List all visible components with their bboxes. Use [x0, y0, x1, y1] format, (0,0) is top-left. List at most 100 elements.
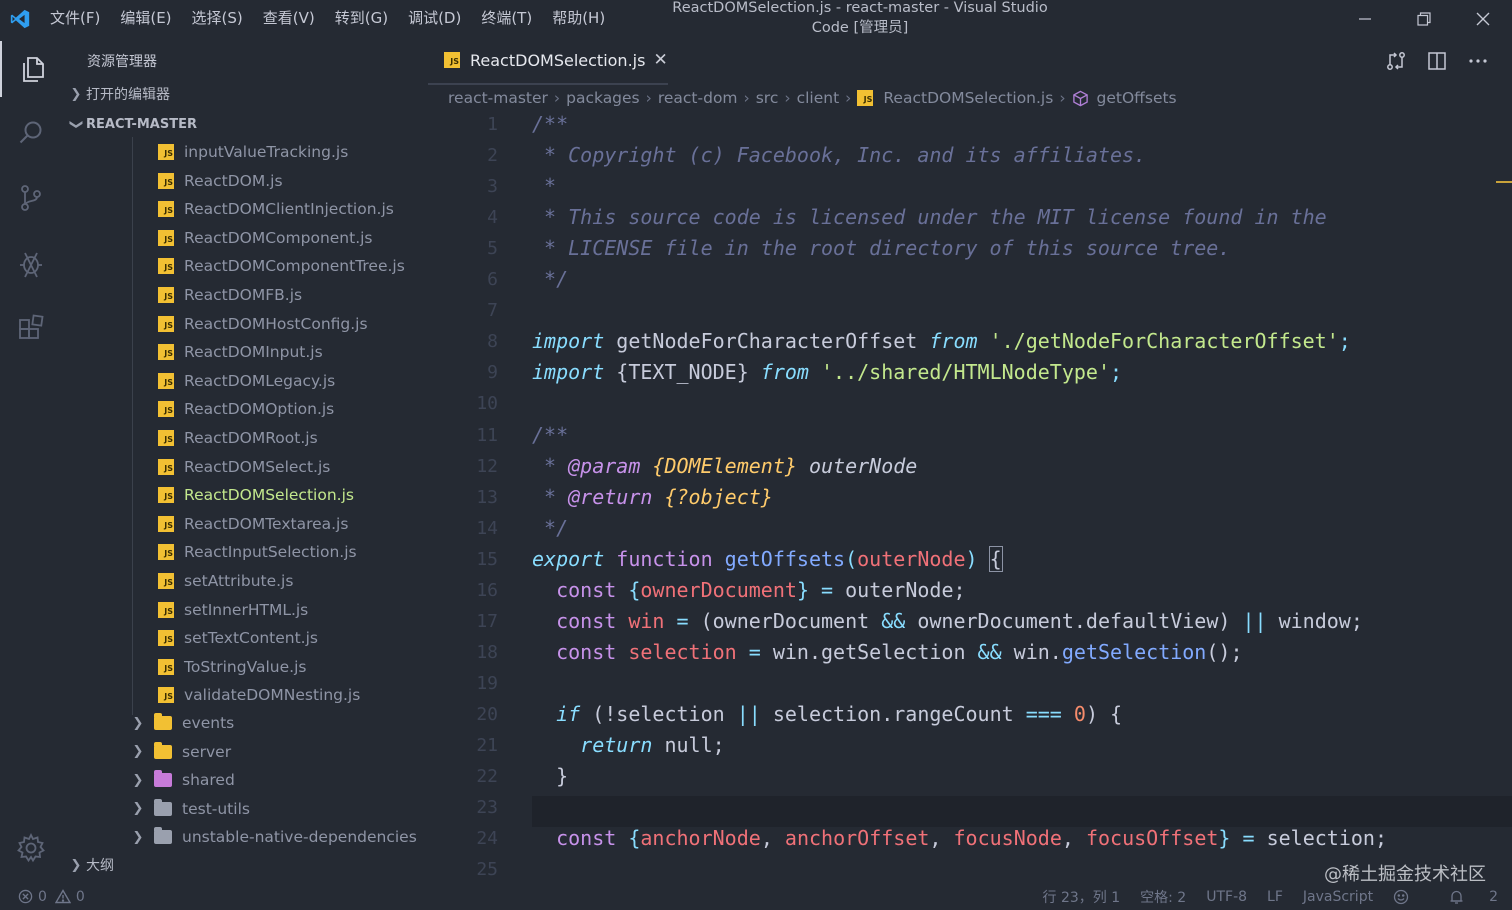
menu-terminal[interactable]: 终端(T)	[471, 0, 542, 37]
tab-label: ReactDOMSelection.js	[470, 50, 646, 70]
editor-tabs: JS ReactDOMSelection.js ✕	[428, 37, 1512, 85]
file-item[interactable]: JS ReactDOMSelect.js	[158, 453, 330, 481]
code-token: focusOffset	[1085, 826, 1219, 851]
code-editor[interactable]: 1 2 3 4 5 6 7 8 9 10 11 12 13 14 15 16 17 18 19 20 21 22 23 24 2…	[428, 110, 1512, 883]
file-item[interactable]: JS setAttribute.js	[158, 567, 293, 595]
debug-icon[interactable]	[0, 235, 62, 291]
js-file-icon: JS	[158, 287, 174, 303]
line-number: 7	[487, 300, 498, 322]
more-actions-icon[interactable]	[1457, 47, 1498, 75]
breadcrumb-item[interactable]: getOffsets	[1097, 89, 1177, 107]
breadcrumb-item[interactable]: src	[756, 89, 779, 107]
breadcrumb-item[interactable]: ReactDOMSelection.js	[883, 89, 1053, 107]
js-file-icon: JS	[158, 372, 174, 389]
extensions-icon[interactable]	[0, 300, 62, 356]
file-item[interactable]: JS ReactDOMComponent.js	[158, 224, 373, 252]
file-item[interactable]: JS ReactDOMComponentTree.js	[158, 252, 405, 280]
file-item[interactable]: JS validateDOMNesting.js	[158, 681, 360, 709]
line-number: 18	[476, 641, 498, 663]
breadcrumb-item[interactable]: packages	[566, 89, 640, 107]
file-item[interactable]: JS ReactDOMRoot.js	[158, 424, 318, 452]
encoding[interactable]: UTF-8	[1206, 889, 1247, 905]
menu-view[interactable]: 查看(V)	[253, 0, 325, 37]
source-control-icon[interactable]	[0, 170, 62, 226]
file-item[interactable]: JS ReactDOMFB.js	[158, 281, 302, 309]
restore-button[interactable]	[1394, 0, 1453, 37]
folder-icon	[154, 741, 172, 759]
code-token: const	[532, 577, 617, 602]
line-number: 22	[476, 766, 498, 788]
file-item[interactable]: JS ReactDOMTextarea.js	[158, 510, 348, 538]
end-of-line[interactable]: LF	[1267, 889, 1283, 905]
file-item[interactable]: JS ReactDOMHostConfig.js	[158, 310, 368, 338]
line-number: 21	[476, 735, 498, 756]
menu-file[interactable]: 文件(F)	[40, 0, 110, 37]
problems-indicator[interactable]: 0 0	[18, 889, 85, 905]
indentation[interactable]: 空格: 2	[1140, 887, 1186, 907]
split-editor-icon[interactable]	[1416, 47, 1457, 75]
folder-item[interactable]: ❯ events	[128, 709, 234, 737]
open-editors-section[interactable]: ❯ 打开的编辑器	[66, 80, 170, 108]
minimize-button[interactable]	[1335, 0, 1394, 37]
menu-selection[interactable]: 选择(S)	[182, 0, 253, 37]
cursor-position[interactable]: 行 23，列 1	[1043, 887, 1121, 907]
code-token: {	[616, 826, 641, 851]
folder-item[interactable]: ❯ test-utils	[128, 795, 250, 823]
file-item[interactable]: JS ReactInputSelection.js	[158, 538, 357, 566]
code-token: getOffsets	[724, 546, 846, 571]
folder-item[interactable]: ❯ unstable-native-dependencies	[128, 823, 417, 851]
code-token: ownerDocument.defaultView)	[905, 608, 1243, 633]
file-item[interactable]: JS ReactDOMInput.js	[158, 338, 323, 366]
menu-help[interactable]: 帮助(H)	[542, 0, 615, 37]
folder-item[interactable]: ❯ shared	[128, 766, 235, 794]
menu-go[interactable]: 转到(G)	[325, 0, 398, 37]
status-bar: 0 0 行 23，列 1 空格: 2 UTF-8 LF JavaScript 2	[0, 883, 1512, 910]
line-number: 8	[487, 331, 498, 353]
language-mode[interactable]: JavaScript	[1303, 889, 1373, 905]
file-item[interactable]: JS inputValueTracking.js	[158, 138, 348, 166]
code-token: win.	[1001, 639, 1062, 664]
breadcrumb-item[interactable]: react-master	[448, 89, 548, 107]
code-token: selection;	[1266, 826, 1388, 851]
line-number: 24	[476, 828, 498, 850]
chevron-right-icon: ❯	[70, 86, 82, 102]
explorer-icon[interactable]	[0, 41, 64, 97]
close-window-button[interactable]	[1453, 0, 1512, 37]
code-token: anchorNode	[640, 826, 761, 851]
breadcrumb-item[interactable]: client	[797, 89, 840, 107]
file-item[interactable]: JS setInnerHTML.js	[158, 596, 308, 624]
folder-item[interactable]: ❯ server	[128, 738, 231, 766]
menu-edit[interactable]: 编辑(E)	[110, 0, 181, 37]
outline-section[interactable]: ❯ 大纲	[66, 851, 114, 879]
breadcrumb-item[interactable]: react-dom	[658, 89, 738, 107]
settings-gear-icon[interactable]	[0, 820, 62, 876]
js-file-icon: JS	[158, 515, 174, 532]
open-changes-icon[interactable]	[1375, 47, 1416, 75]
code-token: window;	[1266, 608, 1363, 633]
status-right-items: 行 23，列 1 空格: 2 UTF-8 LF JavaScript 2	[1023, 887, 1498, 907]
code-token: * LICENSE file in the root directory of …	[532, 236, 1231, 261]
file-label: ReactDOMComponentTree.js	[184, 257, 405, 276]
code-token: {	[616, 577, 641, 602]
file-label: ReactDOMClientInjection.js	[184, 200, 394, 219]
notifications[interactable]: 2	[1429, 889, 1498, 905]
menu-debug[interactable]: 调试(D)	[398, 0, 471, 37]
project-section[interactable]: ❯ REACT-MASTER	[66, 110, 197, 138]
close-tab-icon[interactable]: ✕	[653, 50, 667, 70]
tab-reactdomselection[interactable]: JS ReactDOMSelection.js ✕	[428, 37, 668, 85]
js-file-icon: JS	[158, 258, 174, 275]
file-item[interactable]: JS ReactDOMSelection.js	[158, 481, 354, 509]
file-item[interactable]: JS ReactDOMOption.js	[158, 395, 334, 423]
feedback-smiley-icon[interactable]	[1393, 889, 1409, 905]
file-item[interactable]: JS setTextContent.js	[158, 624, 318, 652]
js-file-icon: JS	[158, 229, 174, 246]
file-item[interactable]: JS ReactDOM.js	[158, 167, 283, 195]
chevron-right-icon: ❯	[70, 857, 82, 873]
search-icon[interactable]	[0, 105, 62, 161]
code-token: )	[965, 546, 978, 571]
file-label: setAttribute.js	[184, 572, 294, 590]
file-item[interactable]: JS ReactDOMLegacy.js	[158, 367, 335, 395]
file-item[interactable]: JS ToStringValue.js	[158, 653, 306, 681]
file-item[interactable]: JS ReactDOMClientInjection.js	[158, 195, 394, 223]
